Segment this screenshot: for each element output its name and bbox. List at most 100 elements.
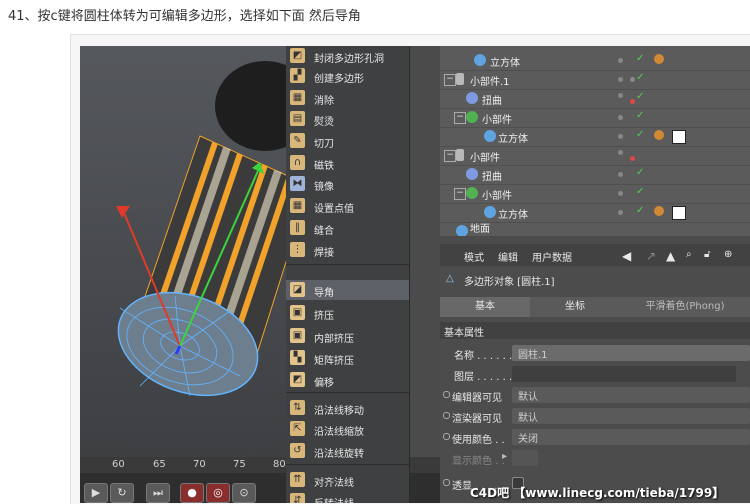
expand-arrow-icon[interactable]: ▸ <box>502 451 507 462</box>
prop-editor-visible: 编辑器可见 默认 <box>440 385 750 405</box>
render-dot[interactable] <box>630 77 635 82</box>
animation-dot[interactable] <box>443 433 450 440</box>
tab-basic[interactable]: 基本 <box>440 297 530 317</box>
menu-item-normal-scale[interactable]: ⇱ 沿法线缩放 <box>286 419 409 439</box>
menu-item-mirror[interactable]: ⧓ 镜像 <box>286 174 409 194</box>
object-row[interactable]: 立方体 ✓ <box>440 51 750 71</box>
menu-item-matrix-extrude[interactable]: ▚ 矩阵挤压 <box>286 348 409 368</box>
menu-item-smooth-shift[interactable]: ◩ 偏移 <box>286 370 409 390</box>
normal-scale-icon: ⇱ <box>290 421 305 436</box>
material-tag-icon[interactable] <box>654 130 664 140</box>
create-polygon-icon: ▞ <box>290 68 305 83</box>
visibility-dot[interactable] <box>618 134 623 139</box>
visibility-dot[interactable] <box>618 172 623 177</box>
menu-item-dissolve[interactable]: ▦ 消除 <box>286 88 409 108</box>
check-icon[interactable]: ✓ <box>636 72 644 83</box>
tick-label: 60 <box>112 459 125 470</box>
use-color-select[interactable]: 关闭 <box>512 429 750 445</box>
menu-item-create-polygon[interactable]: ▞ 创建多边形 <box>286 66 409 86</box>
animation-dot[interactable] <box>443 391 450 398</box>
normal-move-icon: ⇅ <box>290 400 305 415</box>
check-icon[interactable]: ✓ <box>636 167 644 178</box>
material-tag-icon[interactable] <box>654 54 664 64</box>
menu-item-extrude-inner[interactable]: ▣ 内部挤压 <box>286 326 409 346</box>
prop-layer: 图层 . . . . . . <box>440 364 750 384</box>
check-icon[interactable]: ✓ <box>636 186 644 197</box>
lock-icon[interactable]: 🔓︎ <box>704 249 710 260</box>
menu-mode[interactable]: 模式 <box>464 249 484 264</box>
viewport[interactable] <box>80 46 290 457</box>
object-row[interactable]: − 小部件 ✓ <box>440 108 750 128</box>
record-icon[interactable]: ● <box>180 483 204 503</box>
object-row[interactable]: 扭曲 ✓ <box>440 165 750 185</box>
cube-icon <box>484 130 496 142</box>
menu-item-stitch[interactable]: ‖ 缝合 <box>286 218 409 238</box>
render-dot[interactable] <box>630 156 635 161</box>
search-icon[interactable]: ⌕ <box>686 249 692 260</box>
menu-item-bevel[interactable]: ◪ 导角 <box>286 280 409 300</box>
name-field[interactable]: 圆柱.1 <box>512 345 750 361</box>
play-forward-icon[interactable]: ▶ <box>84 483 108 503</box>
menu-edit[interactable]: 编辑 <box>498 249 518 264</box>
visibility-dot[interactable] <box>618 93 623 98</box>
prop-render-visible: 渲染器可见 默认 <box>440 406 750 426</box>
visibility-dot[interactable] <box>618 115 623 120</box>
render-dot[interactable] <box>630 99 635 104</box>
check-icon[interactable]: ✓ <box>636 53 644 64</box>
menu-item-set-point-value[interactable]: ▦ 设置点值 <box>286 196 409 216</box>
menu-item-iron[interactable]: ▤ 熨烫 <box>286 109 409 129</box>
object-row[interactable]: − 小部件 ✓ <box>440 184 750 204</box>
collapse-icon[interactable]: − <box>454 112 466 124</box>
menu-item-reverse-normals[interactable]: ⇵ 反转法线 <box>286 491 409 503</box>
visibility-dot[interactable] <box>618 210 623 215</box>
collapse-icon[interactable]: − <box>444 150 456 162</box>
object-row[interactable]: 立方体 ✓ <box>440 127 750 147</box>
forward-arrow-icon[interactable]: ↗ <box>646 249 656 263</box>
new-window-icon[interactable]: ⊕ <box>724 249 732 260</box>
visibility-dot[interactable] <box>618 77 623 82</box>
visibility-dot[interactable] <box>618 150 623 155</box>
visibility-dot[interactable] <box>618 58 623 63</box>
menu-item-close-hole[interactable]: ◩ 封闭多边形孔洞 <box>286 46 409 66</box>
check-icon[interactable]: ✓ <box>636 205 644 216</box>
collapse-icon[interactable]: − <box>454 188 466 200</box>
menu-item-magnet[interactable]: ∩ 磁铁 <box>286 153 409 173</box>
menu-item-normal-move[interactable]: ⇅ 沿法线移动 <box>286 398 409 418</box>
check-icon[interactable]: ✓ <box>636 129 644 140</box>
animation-dot[interactable] <box>443 412 450 419</box>
keyframe-selection-icon[interactable]: ⊙ <box>232 483 256 503</box>
layer-field[interactable] <box>512 366 736 382</box>
go-to-end-icon[interactable]: ⏭ <box>146 483 170 503</box>
object-row[interactable]: − 小部件.1 ✓ <box>440 70 750 90</box>
auto-key-icon[interactable]: ◎ <box>206 483 230 503</box>
smooth-shift-icon: ◩ <box>290 372 305 387</box>
menu-item-align-normals[interactable]: ⇈ 对齐法线 <box>286 470 409 490</box>
animation-dot[interactable] <box>443 479 450 486</box>
loop-icon[interactable]: ↻ <box>110 483 134 503</box>
texture-tag-icon[interactable] <box>672 130 686 144</box>
c4d-window: 60 65 70 75 80 ▶ ↻ ⏭ ● ◎ ⊙ ◩ 封闭多边形孔洞 ▞ 创… <box>80 46 750 503</box>
object-row[interactable]: 地面 <box>440 222 750 236</box>
visibility-dot[interactable] <box>618 191 623 196</box>
up-arrow-icon[interactable]: ▲ <box>666 249 675 263</box>
check-icon[interactable]: ✓ <box>636 91 644 102</box>
menu-item-extrude[interactable]: ▣ 挤压 <box>286 303 409 323</box>
menu-user-data[interactable]: 用户数据 <box>532 249 572 264</box>
menu-item-weld[interactable]: ⋮ 焊接 <box>286 240 409 260</box>
menu-item-knife[interactable]: ✎ 切刀 <box>286 131 409 151</box>
back-arrow-icon[interactable]: ◀ <box>622 249 631 263</box>
material-tag-icon[interactable] <box>654 206 664 216</box>
check-icon[interactable]: ✓ <box>636 110 644 121</box>
texture-tag-icon[interactable] <box>672 206 686 220</box>
editor-visible-select[interactable]: 默认 <box>512 387 750 403</box>
align-normals-icon: ⇈ <box>290 472 305 487</box>
display-color-swatch[interactable] <box>512 450 538 466</box>
object-row[interactable]: − 小部件 <box>440 146 750 166</box>
tab-phong[interactable]: 平滑着色(Phong) <box>620 297 750 317</box>
collapse-icon[interactable]: − <box>444 74 456 86</box>
tab-coord[interactable]: 坐标 <box>530 297 620 317</box>
menu-item-normal-rotate[interactable]: ↺ 沿法线旋转 <box>286 441 409 461</box>
render-visible-select[interactable]: 默认 <box>512 408 750 424</box>
object-row[interactable]: 扭曲 ✓ <box>440 89 750 109</box>
stitch-icon: ‖ <box>290 220 305 235</box>
